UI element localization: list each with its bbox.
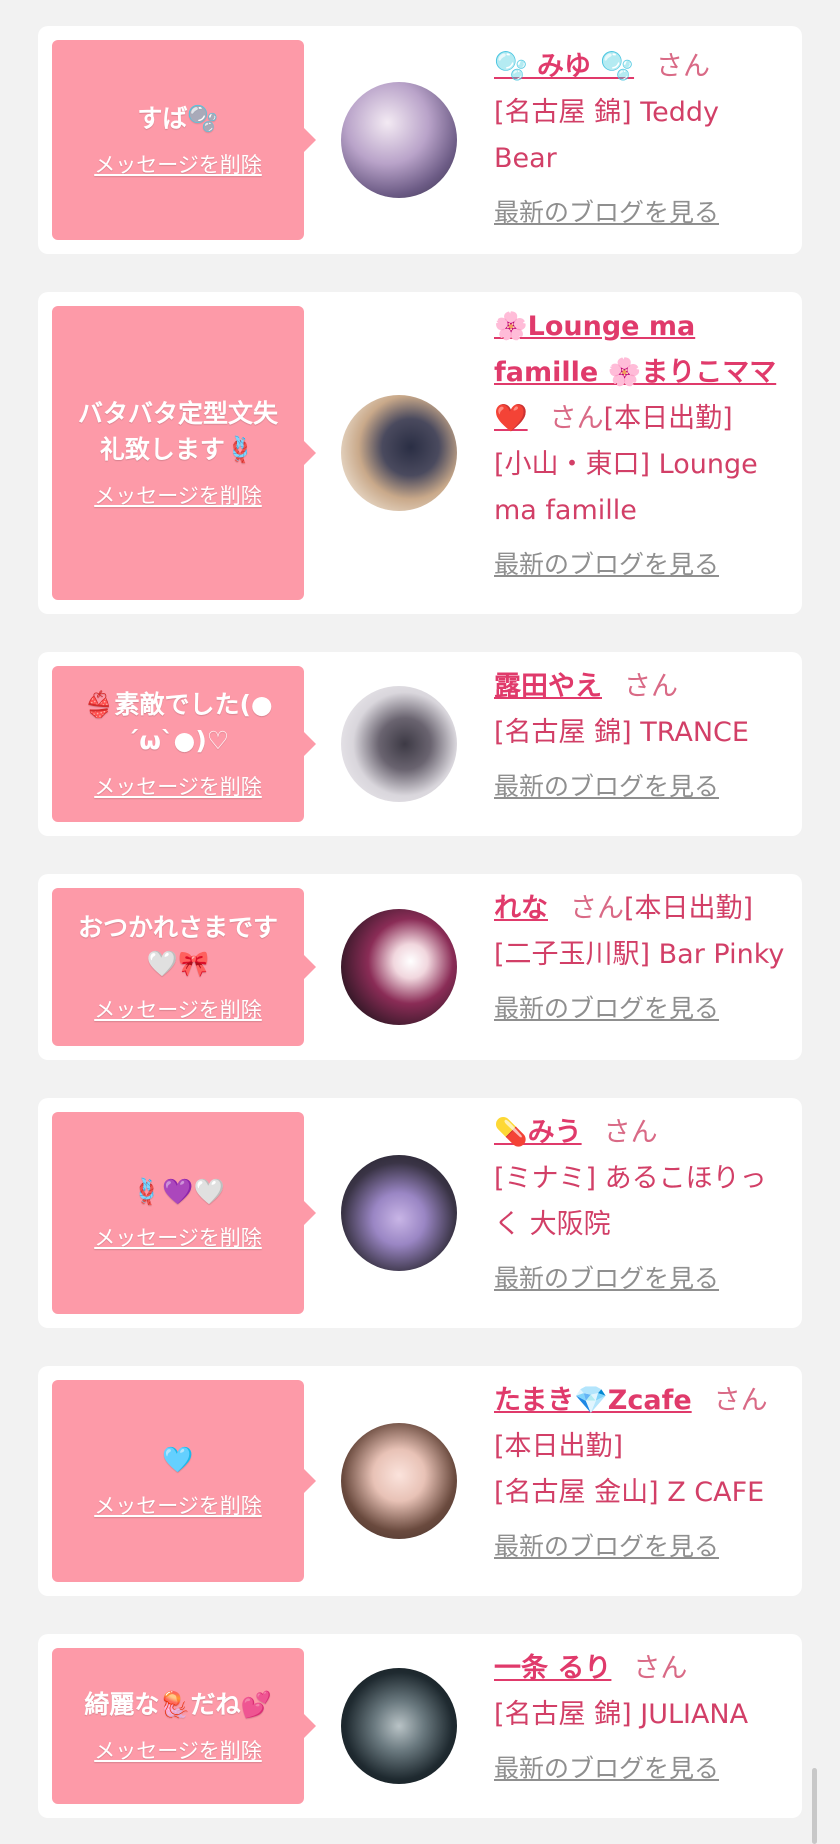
latest-blog-link[interactable]: 最新のブログを見る (494, 1524, 719, 1570)
delete-message-link[interactable]: メッセージを削除 (94, 1222, 262, 1252)
honorific: さん (633, 1653, 688, 1684)
message-card: 👙素敵でした(●´ω`●)♡ メッセージを削除 露田やえ さん [名古屋 錦] T… (38, 652, 802, 836)
message-text: バタバタ定型文失礼致します🪢 (77, 399, 278, 464)
shop-name: [名古屋 錦] JULIANA (494, 1699, 749, 1730)
shop-name: [名古屋 錦] TRANCE (494, 717, 749, 748)
message-bubble: 👙素敵でした(●´ω`●)♡ メッセージを削除 (52, 666, 316, 822)
sender-info: たまき💎Zcafe さん [本日出勤] [名古屋 金山] Z CAFE 最新のブロ… (494, 1378, 790, 1570)
status-tag: [本日出勤] (624, 893, 754, 924)
message-card: 綺麗な🪼だね💕 メッセージを削除 一条 るり さん [名古屋 錦] JULIANA… (38, 1634, 802, 1818)
sender-name-link[interactable]: れな (494, 893, 548, 924)
shop-name: [名古屋 錦] Teddy Bear (494, 97, 720, 174)
sender-name-link[interactable]: 一条 るり (494, 1653, 611, 1684)
message-text: 🪢💜🤍 (131, 1177, 225, 1206)
delete-message-link[interactable]: メッセージを削除 (94, 994, 262, 1024)
latest-blog-link[interactable]: 最新のブログを見る (494, 764, 719, 810)
sender-info: 露田やえ さん [名古屋 錦] TRANCE 最新のブログを見る (494, 664, 790, 810)
message-text: 👙素敵でした(●´ω`●)♡ (83, 690, 273, 755)
honorific: さん (549, 403, 604, 434)
message-text: すば🫧 (137, 104, 219, 133)
sender-info: 一条 るり さん [名古屋 錦] JULIANA 最新のブログを見る (494, 1646, 790, 1792)
message-card: おつかれさまです🤍🎀 メッセージを削除 れな さん[本日出勤] [二子玉川駅] B… (38, 874, 802, 1060)
delete-message-link[interactable]: メッセージを削除 (94, 480, 262, 510)
delete-message-link[interactable]: メッセージを削除 (94, 1490, 262, 1520)
honorific: さん (713, 1385, 768, 1416)
message-card: 🪢💜🤍 メッセージを削除 💊みう さん [ミナミ] あるこほりっく 大阪院 最新の… (38, 1098, 802, 1328)
sender-name-link[interactable]: 💊みう (494, 1117, 582, 1148)
avatar[interactable] (341, 1423, 457, 1539)
sender-name-link[interactable]: 露田やえ (494, 671, 602, 702)
delete-message-link[interactable]: メッセージを削除 (94, 1735, 262, 1765)
avatar[interactable] (341, 1668, 457, 1784)
message-card: 🩵 メッセージを削除 たまき💎Zcafe さん [本日出勤] [名古屋 金山] Z… (38, 1366, 802, 1596)
avatar[interactable] (341, 82, 457, 198)
honorific: さん (570, 893, 624, 924)
honorific: さん (624, 671, 678, 702)
honorific: さん (656, 51, 711, 82)
avatar[interactable] (341, 1155, 457, 1271)
scrollbar[interactable] (812, 1768, 817, 1844)
shop-name: [名古屋 金山] Z CAFE (494, 1477, 765, 1508)
latest-blog-link[interactable]: 最新のブログを見る (494, 986, 719, 1032)
sender-name-link[interactable]: 🫧 みゆ 🫧 (494, 51, 634, 82)
message-text: 🩵 (162, 1445, 194, 1474)
sender-info: 🫧 みゆ 🫧 さん [名古屋 錦] Teddy Bear 最新のブログを見る (494, 44, 790, 236)
message-text: おつかれさまです🤍🎀 (77, 913, 278, 978)
sender-name-link[interactable]: たまき💎Zcafe (494, 1385, 692, 1416)
message-bubble: バタバタ定型文失礼致します🪢 メッセージを削除 (52, 306, 316, 600)
honorific: さん (603, 1117, 658, 1148)
message-text: 綺麗な🪼だね💕 (84, 1690, 272, 1719)
latest-blog-link[interactable]: 最新のブログを見る (494, 1746, 719, 1792)
status-tag: [本日出勤] (603, 403, 733, 434)
sender-info: 🌸Lounge ma famille 🌸まりこママ❤️ さん[本日出勤] [小山・… (494, 304, 790, 588)
delete-message-link[interactable]: メッセージを削除 (94, 771, 262, 801)
sender-info: 💊みう さん [ミナミ] あるこほりっく 大阪院 最新のブログを見る (494, 1110, 790, 1302)
avatar[interactable] (341, 909, 457, 1025)
latest-blog-link[interactable]: 最新のブログを見る (494, 190, 719, 236)
latest-blog-link[interactable]: 最新のブログを見る (494, 1256, 719, 1302)
shop-name: [ミナミ] あるこほりっく 大阪院 (494, 1163, 767, 1240)
sender-info: れな さん[本日出勤] [二子玉川駅] Bar Pinky 最新のブログを見る (494, 886, 790, 1032)
avatar[interactable] (341, 686, 457, 802)
message-bubble: 綺麗な🪼だね💕 メッセージを削除 (52, 1648, 316, 1804)
message-bubble: 🩵 メッセージを削除 (52, 1380, 316, 1582)
shop-name: [小山・東口] Lounge ma famille (494, 449, 758, 526)
latest-blog-link[interactable]: 最新のブログを見る (494, 542, 719, 588)
message-card: バタバタ定型文失礼致します🪢 メッセージを削除 🌸Lounge ma famil… (38, 292, 802, 614)
status-tag: [本日出勤] (494, 1431, 624, 1462)
avatar[interactable] (341, 395, 457, 511)
message-card: すば🫧 メッセージを削除 🫧 みゆ 🫧 さん [名古屋 錦] Teddy Bear… (38, 26, 802, 254)
message-bubble: すば🫧 メッセージを削除 (52, 40, 316, 240)
shop-name: [二子玉川駅] Bar Pinky (494, 939, 785, 970)
message-bubble: おつかれさまです🤍🎀 メッセージを削除 (52, 888, 316, 1046)
delete-message-link[interactable]: メッセージを削除 (94, 149, 262, 179)
message-bubble: 🪢💜🤍 メッセージを削除 (52, 1112, 316, 1314)
